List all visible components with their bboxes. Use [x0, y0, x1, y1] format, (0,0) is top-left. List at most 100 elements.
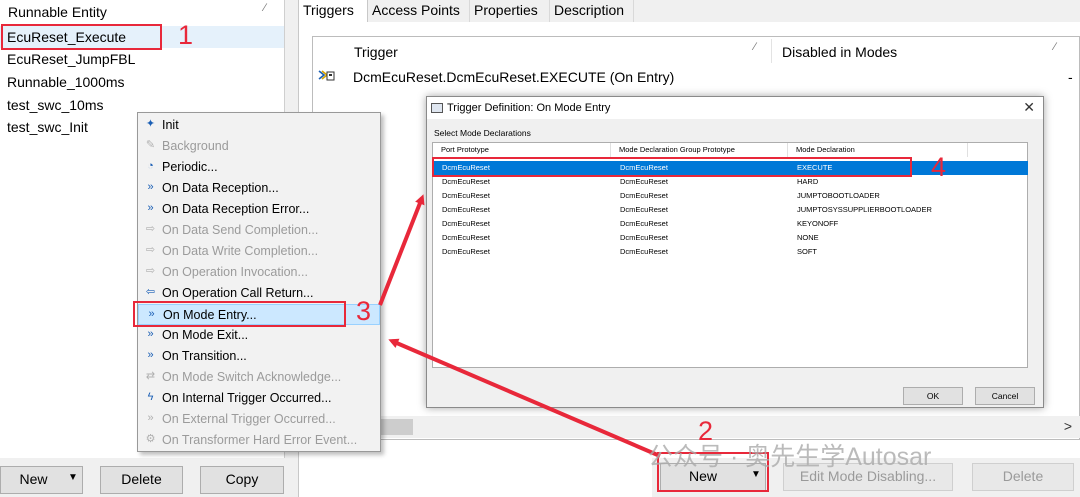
new-runnable-button[interactable]: New ▼	[0, 466, 83, 494]
select-mode-declarations-label: Select Mode Declarations	[434, 128, 531, 138]
mode-declaration-row[interactable]: DcmEcuReset DcmEcuReset NONE	[434, 231, 1028, 245]
data-reception-error-icon: »	[147, 202, 154, 214]
dialog-title: Trigger Definition: On Mode Entry	[447, 102, 611, 114]
init-icon: ✦	[145, 118, 156, 130]
cell-mode: KEYONOFF	[797, 219, 839, 228]
delete-runnable-label: Delete	[121, 471, 162, 487]
menu-item-label: On Operation Invocation...	[162, 265, 308, 279]
horizontal-scrollbar[interactable]: >	[313, 416, 1080, 438]
trigger-type-menu: ✦ Init ✎ Background ◔ Periodic... » On Data Rec…	[137, 112, 381, 452]
menu-item-data-send: ⇨ On Data Send Completion...	[138, 220, 380, 241]
runnable-item-label: test_swc_Init	[7, 119, 88, 135]
menu-item-label: On Data Reception Error...	[162, 202, 310, 216]
disabled-modes-column-header[interactable]: Disabled in Modes	[782, 44, 897, 60]
menu-item-label: On Transition...	[162, 349, 247, 363]
cell-port: DcmEcuReset	[442, 219, 490, 228]
cell-port: DcmEcuReset	[442, 233, 490, 242]
copy-runnable-label: Copy	[225, 471, 259, 487]
menu-item-data-reception-error[interactable]: » On Data Reception Error...	[138, 199, 380, 220]
delete-runnable-button[interactable]: Delete	[100, 466, 183, 494]
tab-triggers[interactable]: Triggers	[298, 0, 368, 23]
runnable-item[interactable]: Runnable_1000ms	[0, 71, 284, 93]
menu-item-transition[interactable]: » On Transition...	[138, 346, 380, 367]
mode-exit-icon: »	[147, 328, 154, 340]
close-icon[interactable]: ✕	[1023, 99, 1035, 116]
runnable-item[interactable]: EcuReset_JumpFBL	[0, 48, 284, 70]
delete-trigger-button[interactable]: Delete	[972, 463, 1074, 491]
tab-properties[interactable]: Properties	[470, 0, 550, 22]
mode-declaration-row[interactable]: DcmEcuReset DcmEcuReset JUMPTOSYSSUPPLIERB…	[434, 203, 1028, 217]
menu-item-label: On Mode Switch Acknowledge...	[162, 370, 342, 384]
scroll-right-icon[interactable]: >	[1064, 418, 1072, 434]
delete-trigger-label: Delete	[1002, 468, 1044, 484]
cell-group: DcmEcuReset	[620, 177, 668, 186]
data-write-icon: ⇨	[145, 244, 156, 256]
cell-port: DcmEcuReset	[442, 177, 490, 186]
highlight-box-4	[432, 157, 912, 177]
cell-mode: SOFT	[797, 247, 817, 256]
trigger-row-label: DcmEcuReset.DcmEcuReset.EXECUTE (On Entr…	[353, 69, 675, 85]
copy-runnable-button[interactable]: Copy	[200, 466, 284, 494]
tab-description[interactable]: Description	[550, 0, 634, 22]
menu-item-background: ✎ Background	[138, 136, 380, 157]
mode-switch-ack-icon: ⇄	[145, 370, 156, 382]
runnable-item-label: Runnable_1000ms	[7, 74, 125, 90]
tab-access-points[interactable]: Access Points	[368, 0, 470, 22]
cancel-button[interactable]: Cancel	[975, 387, 1035, 405]
dropdown-arrow-icon: ▼	[68, 472, 78, 483]
mode-declaration-row[interactable]: DcmEcuReset DcmEcuReset JUMPTOBOOTLOADER	[434, 189, 1028, 203]
sort-icon: ∕	[1054, 41, 1056, 53]
mode-entry-icon	[318, 68, 335, 83]
runnable-entity-header[interactable]: Runnable Entity ∕	[0, 0, 284, 24]
menu-item-label: On Data Write Completion...	[162, 244, 319, 258]
menu-item-operation-invocation: ⇨ On Operation Invocation...	[138, 262, 380, 283]
ok-button-label: OK	[926, 391, 940, 401]
trigger-row-disabled: -	[1068, 69, 1073, 85]
data-reception-icon: »	[147, 181, 154, 193]
step-number-4: 4	[931, 152, 947, 182]
new-runnable-label: New	[19, 471, 48, 487]
periodic-icon: ◔	[147, 160, 154, 172]
step-number-1: 1	[178, 20, 194, 50]
cell-mode: JUMPTOSYSSUPPLIERBOOTLOADER	[797, 205, 932, 214]
cell-group: DcmEcuReset	[620, 219, 668, 228]
transformer-error-icon: ⚙	[145, 433, 156, 445]
menu-item-label: Background	[162, 139, 229, 153]
trigger-row[interactable]: DcmEcuReset.DcmEcuReset.EXECUTE (On Entr…	[313, 66, 1073, 88]
tab-triggers-label: Triggers	[303, 2, 354, 18]
tab-description-label: Description	[554, 2, 625, 18]
menu-item-init[interactable]: ✦ Init	[138, 115, 380, 136]
background-icon: ✎	[145, 139, 156, 151]
menu-item-data-write: ⇨ On Data Write Completion...	[138, 241, 380, 262]
trigger-column-header[interactable]: Trigger	[354, 44, 398, 60]
highlight-box-1	[1, 24, 162, 50]
runnable-item-label: EcuReset_JumpFBL	[7, 51, 136, 67]
tab-bar: Triggers Access Points Properties Descri…	[298, 0, 1080, 23]
menu-item-label: Init	[162, 118, 179, 132]
runnable-item-label: test_swc_10ms	[7, 97, 104, 113]
cell-group: DcmEcuReset	[620, 191, 668, 200]
internal-trigger-icon: ϟ	[147, 391, 154, 403]
cell-group: DcmEcuReset	[620, 247, 668, 256]
ok-button[interactable]: OK	[903, 387, 963, 405]
column-header-port-prototype[interactable]: Port Prototype	[433, 143, 611, 157]
runnable-entity-header-label: Runnable Entity	[8, 4, 107, 20]
menu-item-internal-trigger[interactable]: ϟ On Internal Trigger Occurred...	[138, 388, 380, 409]
sort-icon[interactable]: ∕	[264, 2, 266, 14]
menu-item-data-reception[interactable]: » On Data Reception...	[138, 178, 380, 199]
column-header-mode-group[interactable]: Mode Declaration Group Prototype	[611, 143, 788, 157]
cell-mode: JUMPTOBOOTLOADER	[797, 191, 880, 200]
menu-item-periodic[interactable]: ◔ Periodic...	[138, 157, 380, 178]
cell-group: DcmEcuReset	[620, 205, 668, 214]
dialog-title-bar[interactable]: Trigger Definition: On Mode Entry ✕	[427, 97, 1043, 119]
highlight-box-3	[133, 301, 346, 327]
cell-port: DcmEcuReset	[442, 247, 490, 256]
cell-mode: HARD	[797, 177, 819, 186]
mode-declaration-row[interactable]: DcmEcuReset DcmEcuReset KEYONOFF	[434, 217, 1028, 231]
menu-item-mode-exit[interactable]: » On Mode Exit...	[138, 325, 380, 346]
menu-item-label: On Internal Trigger Occurred...	[162, 391, 332, 405]
window-icon	[431, 103, 443, 113]
cell-port: DcmEcuReset	[442, 205, 490, 214]
mode-declaration-row[interactable]: DcmEcuReset DcmEcuReset SOFT	[434, 245, 1028, 259]
column-separator[interactable]	[771, 39, 772, 63]
